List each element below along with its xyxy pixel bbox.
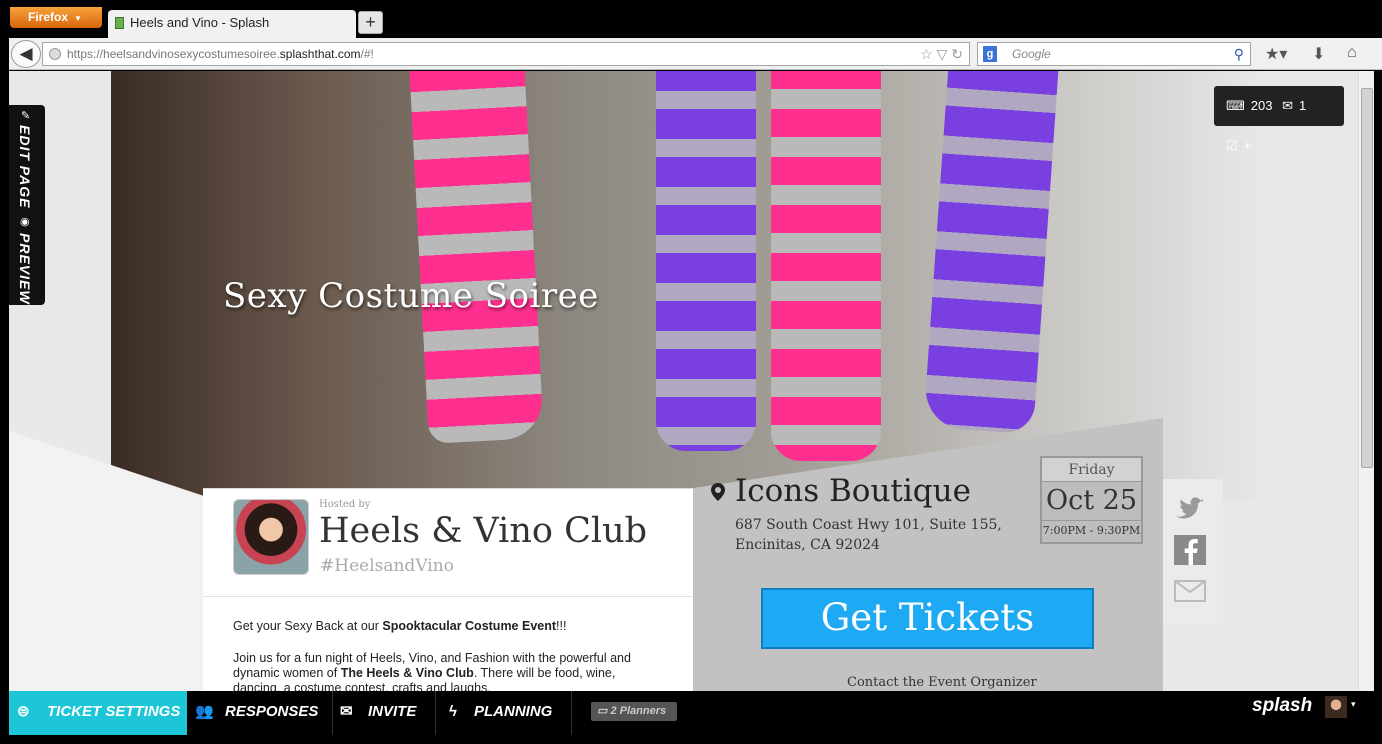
user-avatar[interactable] (1325, 696, 1347, 718)
scrollbar-thumb[interactable] (1361, 88, 1373, 468)
page-content: Sexy Costume Soiree ⌨ 203 ✉ 1 ☑ + ✎ EDIT PA… (9, 71, 1358, 691)
event-description: Get your Sexy Back at our Spooktacular C… (233, 619, 633, 691)
messages-icon: ✉ (1282, 98, 1293, 113)
invite-label: INVITE (368, 703, 417, 720)
home-icon[interactable]: ⌂ (1347, 44, 1357, 62)
edit-sidebar-tab[interactable]: ✎ EDIT PAGE ◉ PREVIEW (9, 105, 45, 305)
host-card: Hosted by Heels & Vino Club #HeelsandVin… (203, 488, 693, 691)
envelope-icon: ✉ (340, 703, 353, 720)
url-bar-icons: ☆ ▽ ↻ (920, 43, 963, 65)
views-count: 203 (1250, 98, 1273, 113)
add-stat[interactable]: + (1244, 138, 1252, 153)
event-date: Oct 25 (1045, 485, 1138, 516)
pink-sock-right (771, 71, 881, 461)
search-box[interactable]: g Google ⚲ (977, 42, 1251, 66)
planners-badge[interactable]: ▭ 2 Planners (591, 702, 677, 721)
url-host: splashthat.com (279, 47, 361, 61)
venue-name[interactable]: Icons Boutique (735, 473, 971, 509)
pink-sock-left (409, 71, 544, 444)
preview-label[interactable]: PREVIEW (17, 233, 33, 305)
desc-bold: Spooktacular Costume Event (382, 619, 557, 633)
new-tab-button[interactable]: + (358, 11, 383, 34)
ticket-settings-tab[interactable]: ⊜ TICKET SETTINGS (9, 691, 187, 735)
eye-icon: ◉ (20, 216, 30, 228)
divider (203, 596, 693, 597)
tab-title: Heels and Vino - Splash (130, 15, 270, 30)
event-date-box: Friday Oct 25 7:00PM - 9:30PM (1040, 456, 1143, 544)
views-icon: ⌨ (1226, 98, 1245, 113)
host-avatar (233, 499, 309, 575)
venue-address-line2: Encinitas, CA 92024 (735, 537, 880, 553)
splash-logo[interactable]: splash (1252, 691, 1312, 721)
event-day: Friday (1042, 458, 1141, 482)
back-button[interactable]: ◀ (11, 40, 41, 68)
downloads-icon[interactable]: ⬇ (1312, 44, 1325, 64)
desc-bold: The Heels & Vino Club (340, 666, 474, 680)
map-pin-icon (711, 483, 725, 501)
bookmarks-menu-icon[interactable]: ★▾ (1265, 44, 1287, 64)
url-suffix: /#! (360, 47, 374, 61)
planners-icon: ▭ (597, 705, 611, 717)
reload-icon[interactable]: ↻ (951, 46, 963, 62)
google-engine-icon[interactable]: g (983, 46, 997, 62)
contact-organizer-link[interactable]: Contact the Event Organizer (847, 675, 1037, 690)
navigation-toolbar: ◀ https://heelsandvinosexycostumesoiree.… (0, 38, 1382, 70)
page-favicon-icon (115, 17, 124, 29)
purple-sock-right (923, 71, 1059, 435)
pencil-icon: ✎ (21, 110, 31, 122)
bookmark-star-icon[interactable]: ☆ (920, 46, 933, 62)
lightning-icon: ϟ (449, 703, 457, 720)
email-share-icon[interactable] (1174, 577, 1206, 607)
desc-text: Get your Sexy Back at our (233, 619, 383, 633)
search-placeholder: Google (1012, 47, 1051, 61)
page-stats-widget[interactable]: ⌨ 203 ✉ 1 ☑ + (1214, 86, 1344, 153)
planning-label: PLANNING (474, 703, 553, 720)
host-hashtag[interactable]: #HeelsandVino (320, 556, 454, 576)
window-frame-left (0, 38, 9, 744)
ticket-settings-label: TICKET SETTINGS (47, 703, 181, 720)
ticket-settings-icon: ⊜ (17, 703, 30, 720)
twitter-icon[interactable] (1174, 495, 1206, 525)
hosted-by-label: Hosted by (319, 499, 371, 510)
facebook-icon[interactable] (1174, 535, 1206, 565)
search-icon[interactable]: ⚲ (1234, 43, 1244, 65)
address-bar[interactable]: https://heelsandvinosexycostumesoiree.sp… (42, 42, 970, 66)
edit-page-label[interactable]: EDIT PAGE (17, 125, 33, 208)
globe-icon (49, 48, 61, 60)
event-title: Sexy Costume Soiree (223, 276, 599, 316)
window-titlebar: Firefox ▼ Heels and Vino - Splash + (0, 0, 1382, 38)
messages-count: 1 (1299, 98, 1307, 113)
window-frame-bottom (0, 735, 1382, 744)
invite-tab[interactable]: ✉ INVITE (334, 691, 436, 735)
get-tickets-button[interactable]: Get Tickets (761, 588, 1094, 649)
event-time: 7:00PM - 9:30PM (1042, 520, 1141, 542)
social-share-panel (1163, 479, 1223, 625)
browser-tab[interactable]: Heels and Vino - Splash (108, 10, 356, 38)
responses-tab[interactable]: 👥 RESPONSES (187, 691, 333, 735)
dropdown-icon[interactable]: ▽ (937, 46, 948, 62)
people-icon: 👥 (195, 703, 214, 720)
host-name: Heels & Vino Club (319, 511, 648, 551)
chevron-down-icon[interactable]: ▾ (1351, 699, 1356, 710)
vertical-scrollbar[interactable] (1358, 71, 1374, 691)
responses-label: RESPONSES (225, 703, 319, 720)
admin-toolbar: ⊜ TICKET SETTINGS 👥 RESPONSES ✉ INVITE ϟ… (9, 691, 1374, 735)
firefox-menu-button[interactable]: Firefox ▼ (10, 7, 102, 28)
desc-text: !!! (556, 619, 567, 633)
url-prefix: https://heelsandvinosexycostumesoiree. (67, 47, 280, 61)
checklist-icon: ☑ (1226, 138, 1238, 153)
purple-sock-left (656, 71, 756, 451)
venue-address-line1: 687 South Coast Hwy 101, Suite 155, (735, 517, 1002, 533)
planning-tab[interactable]: ϟ PLANNING (437, 691, 572, 735)
planners-label: 2 Planners (610, 705, 667, 717)
